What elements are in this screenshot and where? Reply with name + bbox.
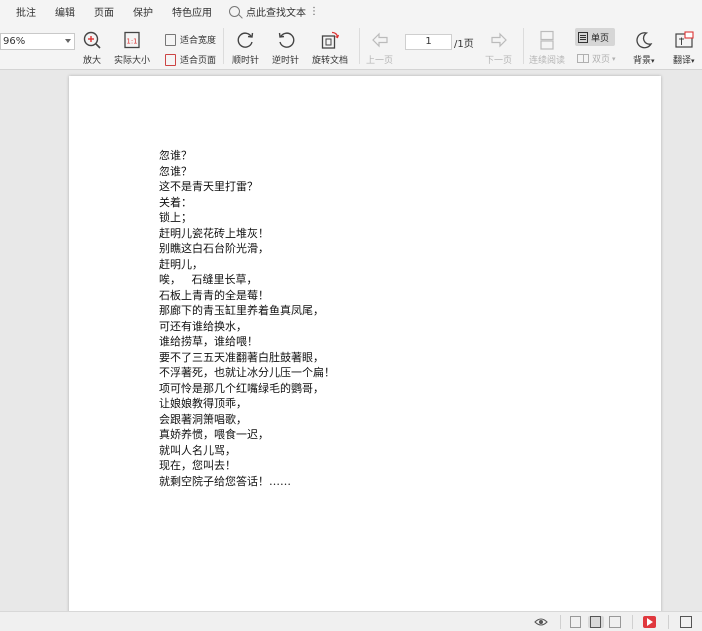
next-page-button[interactable]: 下一页 (485, 30, 512, 66)
eye-icon[interactable] (534, 616, 548, 628)
continuous-view-icon[interactable] (570, 616, 581, 628)
rotate-clockwise-icon (237, 32, 253, 48)
page-total: /1页 (454, 39, 474, 50)
menu-protect[interactable]: 保护 (133, 4, 153, 19)
actual-size-button[interactable]: 1:1 实际大小 (114, 30, 150, 66)
menu-annotate[interactable]: 批注 (16, 4, 36, 19)
zoom-select[interactable]: 96% (0, 33, 75, 50)
arrow-left-icon (371, 32, 388, 48)
actual-size-icon: 1:1 (124, 31, 140, 49)
text-line: 赶明儿， (159, 257, 203, 271)
double-page-button[interactable]: 双页 ▾ (577, 52, 616, 65)
fit-icon[interactable] (680, 616, 692, 628)
double-page-icon (577, 54, 589, 63)
double-page-label: 双页 (592, 55, 611, 65)
previous-page-button[interactable]: 上一页 (366, 30, 393, 66)
rotate-clockwise-label: 顺时针 (232, 56, 260, 66)
text-line: 那廊下的青玉缸里养着鱼真凤尾， (159, 304, 324, 317)
text-line: 唉， 石缝里长草， (159, 273, 258, 286)
text-line: 就叫人名儿骂， (159, 443, 236, 457)
poem-text: 忽谁？ 忽谁？ 这不是青天里打雷？ 关着： 锁上； 赶明儿瓷花砖上堆灰！ 别瞧这… (159, 148, 335, 489)
chevron-down-icon: ▾ (612, 54, 616, 63)
single-page-label: 单页 (591, 33, 610, 44)
fit-width-button[interactable]: 适合宽度 (165, 33, 216, 46)
text-line: 真娇养惯，喂食一迟， (159, 428, 269, 441)
background-label: 背景▾ (633, 56, 655, 66)
fit-width-label: 适合宽度 (180, 36, 217, 46)
menu-special-apps[interactable]: 特色应用 (172, 4, 212, 19)
rotate-document-label: 旋转文档 (312, 56, 349, 66)
fit-page-label: 适合页面 (180, 56, 217, 66)
find-text-box[interactable]: 点此查找文本 ⋮ (229, 4, 319, 19)
toolbar-divider (523, 28, 524, 64)
status-bar (0, 611, 702, 631)
text-line: 谁给捞草，谁给喂！ (159, 335, 258, 348)
document-viewer[interactable]: 忽谁？ 忽谁？ 这不是青天里打雷？ 关着： 锁上； 赶明儿瓷花砖上堆灰！ 别瞧这… (0, 71, 702, 616)
actual-size-label: 实际大小 (114, 56, 151, 66)
text-line: 这不是青天里打雷？ (159, 180, 258, 193)
toolbar-divider (359, 28, 360, 64)
moon-icon (636, 32, 653, 49)
text-line: 石板上青青的全是莓！ (159, 288, 269, 302)
next-page-label: 下一页 (485, 56, 513, 66)
text-line: 就剩空院子给您答话！…… (159, 474, 291, 488)
continuous-reading-button[interactable]: 连续阅读 (529, 30, 565, 66)
text-line: 现在，您叫去！ (159, 459, 236, 472)
menu-edit[interactable]: 编辑 (55, 4, 75, 19)
text-line: 让娘娘教得顶乖， (159, 397, 247, 410)
text-line: 会跟著洞箫唱歌， (159, 412, 247, 426)
status-divider (632, 615, 633, 629)
rotate-counterclockwise-label: 逆时针 (272, 56, 300, 66)
chevron-down-icon (65, 39, 71, 43)
rotate-clockwise-button[interactable]: 顺时针 (232, 30, 259, 66)
fit-width-icon (165, 33, 176, 46)
single-page-icon (590, 616, 601, 628)
previous-page-label: 上一页 (366, 56, 394, 66)
text-line: 可还有谁给换水， (159, 319, 247, 333)
text-line: 忽谁？ (159, 164, 192, 178)
rotate-counterclockwise-icon (278, 32, 294, 48)
text-line: 赶明儿瓷花砖上堆灰！ (159, 226, 269, 240)
single-page-view-button[interactable] (588, 616, 604, 628)
text-line: 不浮著死，也就让冰分儿压一个扁！ (159, 366, 335, 379)
status-divider (560, 615, 561, 629)
zoom-value: 96% (3, 36, 26, 47)
svg-text:1:1: 1:1 (126, 38, 137, 46)
rotate-document-button[interactable]: 旋转文档 (312, 30, 348, 66)
document-page: 忽谁？ 忽谁？ 这不是青天里打雷？ 关着： 锁上； 赶明儿瓷花砖上堆灰！ 别瞧这… (69, 76, 661, 616)
status-divider (668, 615, 669, 629)
menu-bar: 批注 编辑 页面 保护 特色应用 点此查找文本 ⋮ (0, 0, 702, 22)
text-line: 关着： (159, 195, 192, 209)
translate-label: 翻译▾ (673, 56, 695, 66)
text-line: 要不了三五天准翻著白肚鼓著眼， (159, 350, 324, 364)
fit-page-button[interactable]: 适合页面 (165, 53, 216, 66)
double-page-view-icon[interactable] (609, 616, 621, 628)
page-number-input[interactable]: 1 (405, 34, 452, 50)
toolbar-divider (223, 28, 224, 64)
continuous-reading-label: 连续阅读 (529, 56, 566, 66)
text-line: 锁上； (159, 211, 192, 224)
translate-button[interactable]: 翻译▾ (673, 30, 695, 66)
zoom-in-button[interactable]: 放大 (82, 30, 102, 66)
text-line: 项可怜是那几个红嘴绿毛的鹦哥， (159, 381, 324, 395)
more-icon[interactable]: ⋮ (309, 6, 319, 17)
text-line: 忽谁？ (159, 149, 192, 162)
background-button[interactable]: 背景▾ (633, 30, 655, 66)
single-page-button[interactable]: 单页 (575, 28, 615, 46)
text-line: 别瞧这白石台阶光滑， (159, 242, 269, 255)
single-page-icon (578, 31, 588, 43)
zoom-in-label: 放大 (82, 56, 101, 66)
play-icon[interactable] (643, 616, 656, 628)
fit-page-icon (165, 53, 176, 66)
toolbar: 96% 放大 1:1 实际大小 适合宽度 适合页面 顺时针 逆时针 旋转文档 上… (0, 22, 702, 70)
zoom-in-icon (83, 31, 101, 49)
rotate-counterclockwise-button[interactable]: 逆时针 (272, 30, 299, 66)
find-text-label: 点此查找文本 (246, 7, 306, 19)
search-icon (229, 5, 240, 17)
translate-icon (675, 31, 694, 48)
rotate-document-icon (321, 31, 340, 49)
menu-page[interactable]: 页面 (94, 4, 114, 19)
continuous-reading-icon (540, 30, 554, 50)
arrow-right-icon (490, 32, 507, 48)
